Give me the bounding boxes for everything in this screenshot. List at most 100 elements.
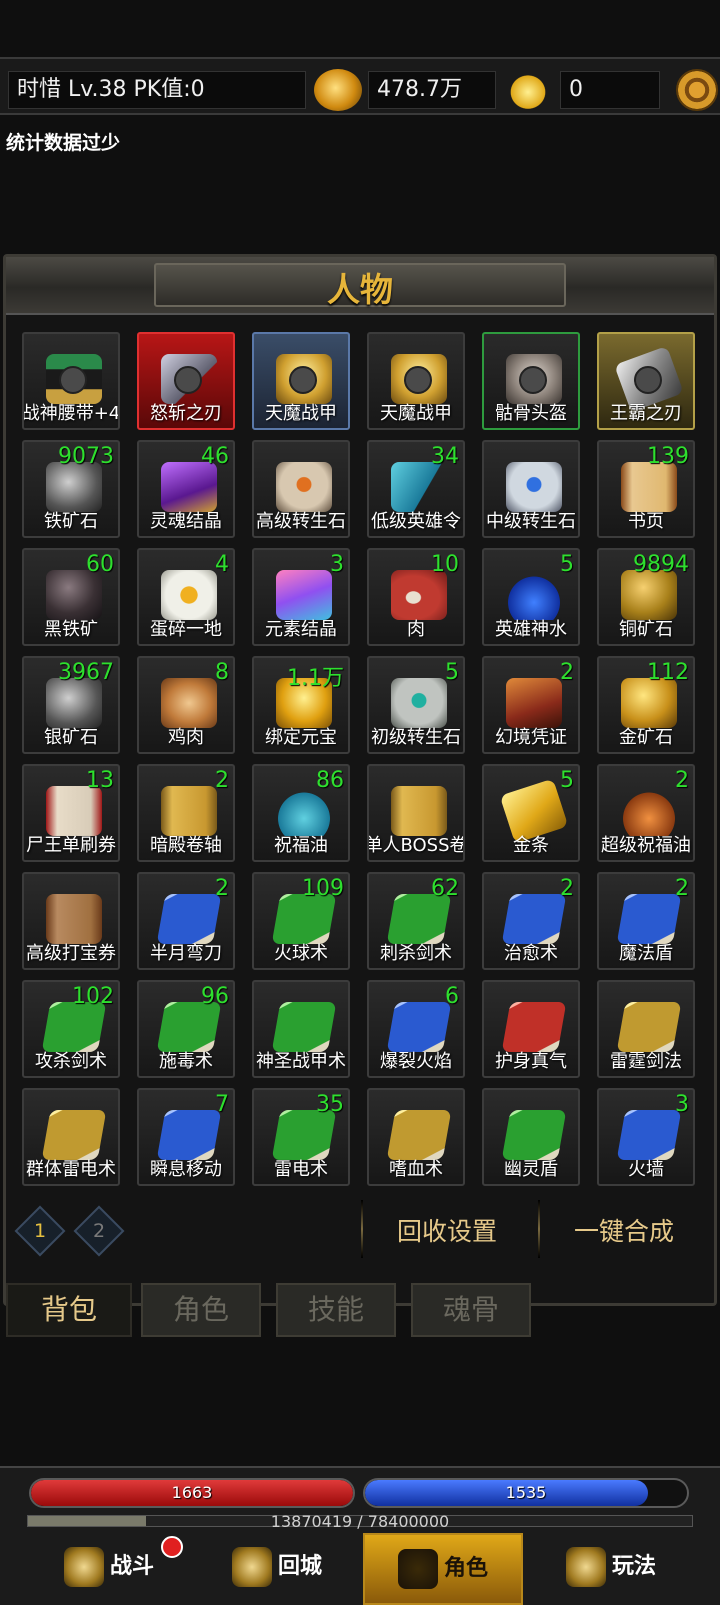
inventory-slot[interactable]: 王霸之刃 [597,332,695,430]
inventory-slot[interactable]: 2 半月弯刀 [137,872,235,970]
fist-icon [63,1547,104,1587]
settings-gear-icon[interactable] [676,69,718,111]
inventory-slot[interactable]: 9073 铁矿石 [22,440,120,538]
hp-value: 1663 [171,1483,213,1502]
inventory-slot[interactable]: 10 肉 [367,548,465,646]
gold-ingot-icon [504,69,552,111]
skill-book-icon [41,1110,107,1160]
scroll-icon [391,786,447,836]
item-name: 护身真气 [495,1051,567,1072]
inventory-slot[interactable]: 2 超级祝福油 [597,764,695,862]
skill-book-icon [386,1110,452,1160]
inventory-slot[interactable]: 嗜血术 [367,1088,465,1186]
inventory-slot[interactable]: 3 火墙 [597,1088,695,1186]
tab-soul-bone[interactable]: 魂骨 [411,1283,531,1337]
nav-character[interactable]: 角色 [363,1533,523,1605]
scroll-icon [161,786,217,836]
item-name: 元素结晶 [265,619,337,640]
inventory-slot[interactable]: 13 尸王单刷券 [22,764,120,862]
inventory-slot[interactable]: 5 金条 [482,764,580,862]
item-count: 2 [560,660,574,685]
inventory-slot[interactable]: 46 灵魂结晶 [137,440,235,538]
inventory-slot[interactable]: 112 金矿石 [597,656,695,754]
item-count: 2 [215,768,229,793]
inventory-slot[interactable]: 幽灵盾 [482,1088,580,1186]
skill-book-icon [501,1110,567,1160]
item-name: 战神腰带+4 [22,403,120,424]
inventory-slot[interactable]: 109 火球术 [252,872,350,970]
inventory-slot[interactable]: 139 书页 [597,440,695,538]
inventory-slot[interactable]: 6 爆裂火焰 [367,980,465,1078]
item-count: 2 [675,768,689,793]
inventory-slot[interactable]: 高级转生石 [252,440,350,538]
item-name: 雷电术 [274,1159,328,1180]
recycle-settings-button[interactable]: 回收设置 [397,1212,497,1248]
one-click-merge-button[interactable]: 一键合成 [574,1212,674,1248]
inventory-slot[interactable]: 3 元素结晶 [252,548,350,646]
portal-icon [231,1547,272,1587]
inventory-slot[interactable]: 雷霆剑法 [597,980,695,1078]
skill-book-icon [501,894,567,944]
inventory-slot[interactable]: 2 治愈术 [482,872,580,970]
tab-skills[interactable]: 技能 [276,1283,396,1337]
tab-bag[interactable]: 背包 [6,1283,132,1337]
item-name: 鸡肉 [168,727,204,748]
inventory-slot[interactable]: 62 刺杀剑术 [367,872,465,970]
item-name: 铜矿石 [619,619,673,640]
inventory-slot[interactable]: 天魔战甲 [252,332,350,430]
inventory-slot[interactable]: 中级转生石 [482,440,580,538]
item-count: 5 [560,552,574,577]
lock-icon [59,366,87,394]
inventory-slot[interactable]: 2 魔法盾 [597,872,695,970]
inventory-slot[interactable]: 34 低级英雄令 [367,440,465,538]
inventory-slot[interactable]: 5 英雄神水 [482,548,580,646]
inventory-slot[interactable]: 高级打宝券 [22,872,120,970]
inventory-slot[interactable]: 骷骨头盔 [482,332,580,430]
inventory-slot[interactable]: 群体雷电术 [22,1088,120,1186]
item-name: 中级转生石 [486,511,576,532]
item-name: 幽灵盾 [504,1159,558,1180]
inventory-slot[interactable]: 单人BOSS卷 [367,764,465,862]
inventory-slot[interactable]: 9894 铜矿石 [597,548,695,646]
nav-gameplay[interactable]: 玩法 [529,1533,693,1605]
inventory-slot[interactable]: 4 蛋碎一地 [137,548,235,646]
mp-bar: 1535 [363,1478,689,1508]
inventory-slot[interactable]: 86 祝福油 [252,764,350,862]
item-count: 2 [215,876,229,901]
item-name: 祝福油 [274,835,328,856]
inventory-slot[interactable]: 102 攻杀剑术 [22,980,120,1078]
player-info: 时惜 Lv.38 PK值:0 [8,71,306,109]
inventory-slot[interactable]: 护身真气 [482,980,580,1078]
inventory-slot[interactable]: 60 黑铁矿 [22,548,120,646]
item-count: 35 [316,1092,344,1117]
item-count: 6 [445,984,459,1009]
item-name: 治愈术 [504,943,558,964]
inventory-slot[interactable]: 3967 银矿石 [22,656,120,754]
inventory-slot[interactable]: 96 施毒术 [137,980,235,1078]
lock-icon [634,366,662,394]
nav-return-town[interactable]: 回城 [197,1533,357,1605]
iron-ore-icon [46,462,102,512]
inventory-slot[interactable]: 2 暗殿卷轴 [137,764,235,862]
skill-book-icon [616,1002,682,1052]
inventory-slot[interactable]: 35 雷电术 [252,1088,350,1186]
inventory-slot[interactable]: 神圣战甲术 [252,980,350,1078]
inventory-slot[interactable]: 7 瞬息移动 [137,1088,235,1186]
inventory-slot[interactable]: 8 鸡肉 [137,656,235,754]
hp-bar: 1663 [29,1478,355,1508]
inventory-slot[interactable]: 天魔战甲 [367,332,465,430]
inventory-slot[interactable]: 1.1万 绑定元宝 [252,656,350,754]
item-name: 高级转生石 [256,511,346,532]
item-name: 嗜血术 [389,1159,443,1180]
skill-book-icon [156,1110,222,1160]
tab-character[interactable]: 角色 [141,1283,261,1337]
inventory-slot[interactable]: 2 幻境凭证 [482,656,580,754]
item-name: 施毒术 [159,1051,213,1072]
skill-book-icon [271,1110,337,1160]
scroll-page-icon [621,462,677,512]
inventory-slot[interactable]: 战神腰带+4 [22,332,120,430]
item-name: 刺杀剑术 [380,943,452,964]
inventory-slot[interactable]: 5 初级转生石 [367,656,465,754]
inventory-slot[interactable]: 怒斩之刃 [137,332,235,430]
nav-gameplay-label: 玩法 [611,1554,656,1579]
